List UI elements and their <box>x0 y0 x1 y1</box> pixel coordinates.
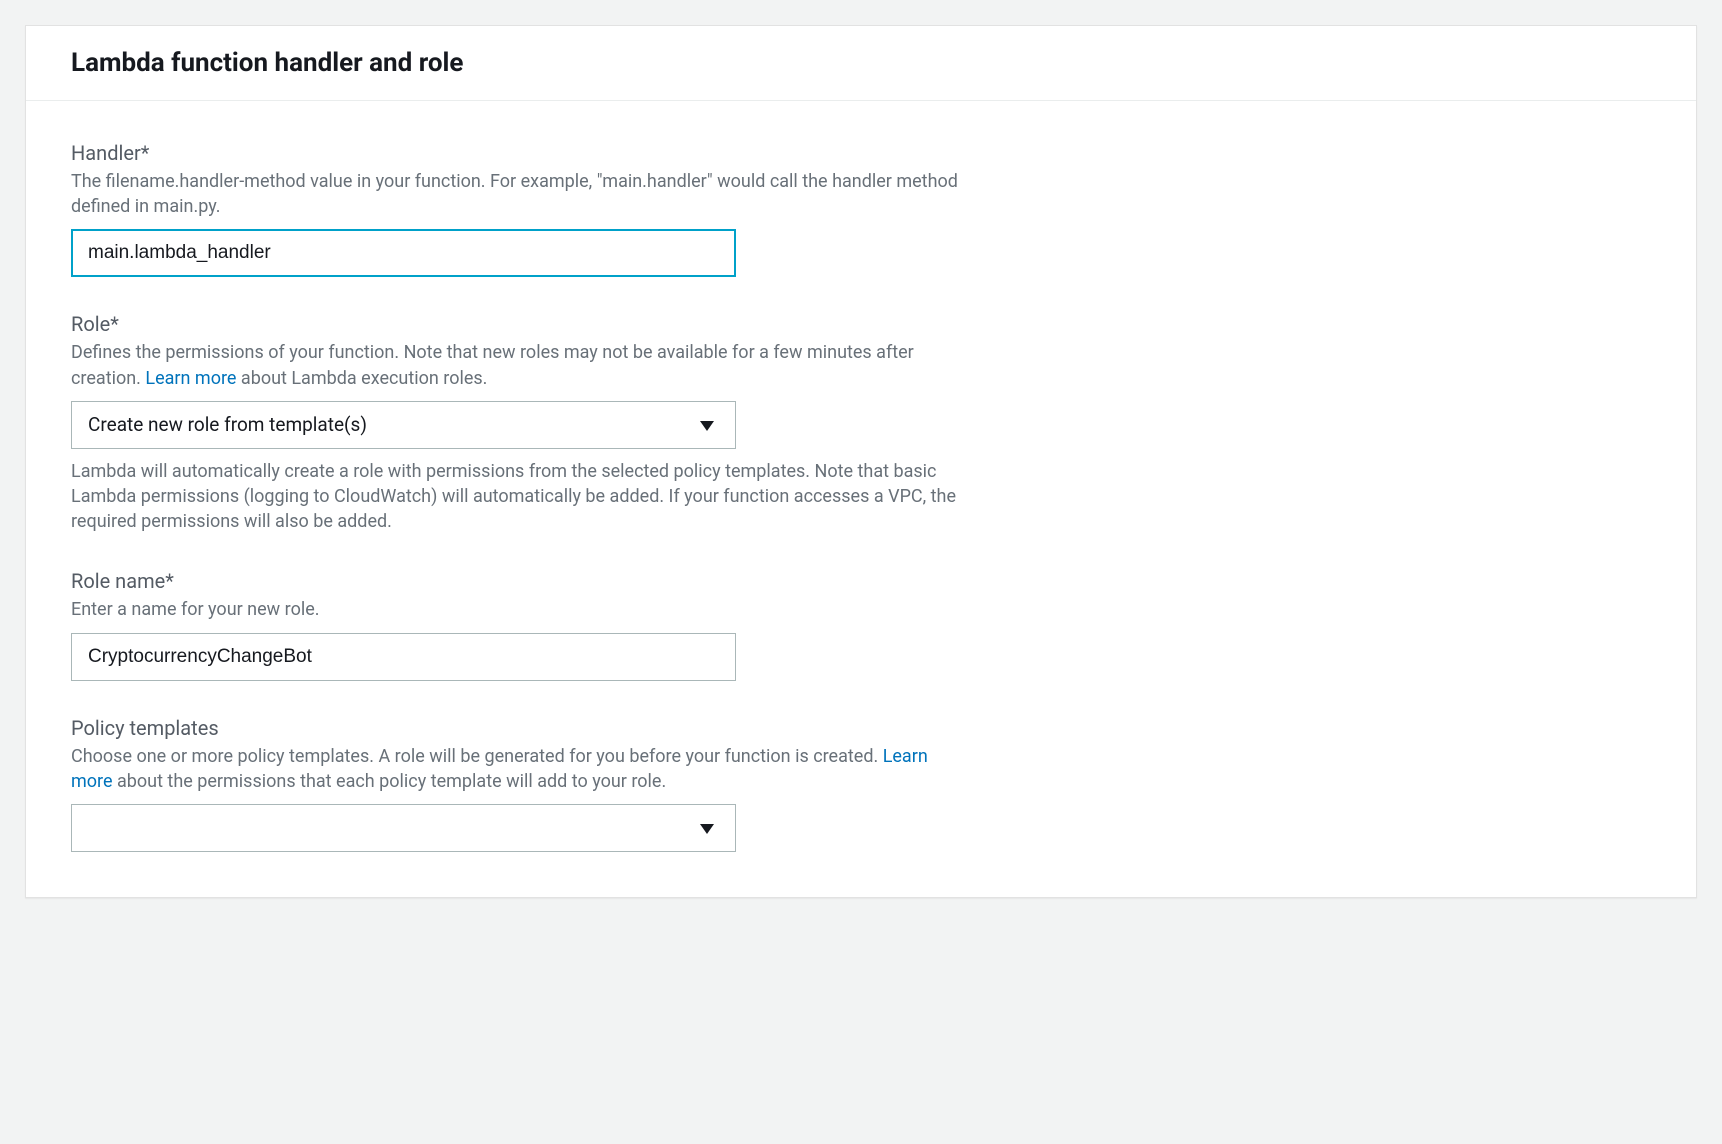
handler-description: The filename.handler-method value in you… <box>71 169 971 219</box>
policy-templates-select[interactable] <box>71 804 736 852</box>
handler-label: Handler* <box>71 141 1651 165</box>
role-note: Lambda will automatically create a role … <box>71 459 971 535</box>
policy-desc-post: about the permissions that each policy t… <box>113 771 667 792</box>
role-name-input[interactable] <box>71 633 736 681</box>
role-label: Role* <box>71 312 1651 336</box>
policy-desc-pre: Choose one or more policy templates. A r… <box>71 746 883 767</box>
card-body: Handler* The filename.handler-method val… <box>26 101 1696 897</box>
role-name-group: Role name* Enter a name for your new rol… <box>71 569 1651 680</box>
handler-input[interactable] <box>71 229 736 277</box>
card-header: Lambda function handler and role <box>26 26 1696 101</box>
role-group: Role* Defines the permissions of your fu… <box>71 312 1651 534</box>
policy-templates-description: Choose one or more policy templates. A r… <box>71 744 971 794</box>
card-title: Lambda function handler and role <box>71 48 1651 78</box>
policy-templates-group: Policy templates Choose one or more poli… <box>71 716 1651 852</box>
role-select-value: Create new role from template(s) <box>71 401 736 449</box>
lambda-handler-role-card: Lambda function handler and role Handler… <box>25 25 1697 898</box>
role-name-label: Role name* <box>71 569 1651 593</box>
role-desc-post: about Lambda execution roles. <box>236 368 487 389</box>
role-name-description: Enter a name for your new role. <box>71 597 971 622</box>
role-learn-more-link[interactable]: Learn more <box>145 368 236 389</box>
role-select[interactable]: Create new role from template(s) <box>71 401 736 449</box>
policy-templates-label: Policy templates <box>71 716 1651 740</box>
handler-group: Handler* The filename.handler-method val… <box>71 141 1651 277</box>
policy-templates-select-value <box>71 804 736 852</box>
role-description: Defines the permissions of your function… <box>71 340 971 390</box>
